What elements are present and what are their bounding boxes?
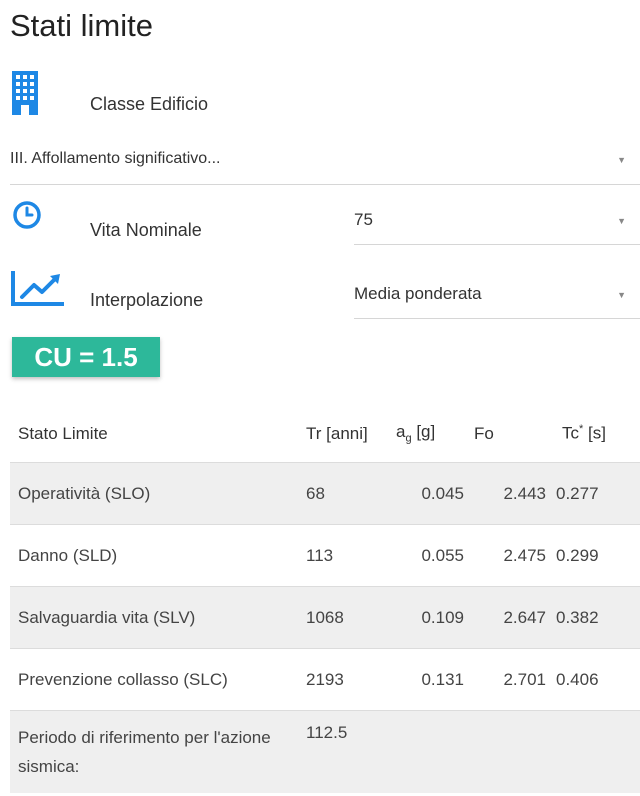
table-row: Salvaguardia vita (SLV) 1068 0.109 2.647… bbox=[10, 586, 640, 649]
fo-cell: 2.475 bbox=[470, 524, 552, 587]
state-cell: Operatività (SLO) bbox=[10, 462, 298, 525]
chevron-down-icon: ▼ bbox=[617, 155, 626, 165]
reference-period-value: 112.5 bbox=[298, 710, 392, 793]
building-icon bbox=[12, 71, 38, 120]
interpolation-value: Media ponderata bbox=[354, 284, 482, 303]
nominal-life-value: 75 bbox=[354, 210, 373, 229]
interpolation-select[interactable]: Media ponderata ▼ bbox=[354, 272, 640, 319]
ag-cell: 0.109 bbox=[392, 586, 470, 649]
fo-cell: 2.443 bbox=[470, 462, 552, 525]
clock-icon bbox=[12, 200, 42, 235]
chevron-down-icon: ▼ bbox=[617, 290, 626, 300]
reference-period-label: Periodo di riferimento per l'azione sism… bbox=[10, 710, 298, 793]
tc-cell: 0.382 bbox=[552, 586, 640, 649]
state-cell: Salvaguardia vita (SLV) bbox=[10, 586, 298, 649]
column-header-tc: Tc* [s] bbox=[552, 405, 640, 463]
column-header-ag: ag [g] bbox=[392, 405, 470, 463]
state-cell: Danno (SLD) bbox=[10, 524, 298, 587]
nominal-life-select[interactable]: 75 ▼ bbox=[354, 200, 640, 245]
column-header-state: Stato Limite bbox=[10, 405, 298, 463]
table-row: Operatività (SLO) 68 0.045 2.443 0.277 bbox=[10, 462, 640, 525]
limit-states-table: Stato Limite Tr [anni] ag [g] Fo Tc* [s]… bbox=[10, 405, 640, 793]
building-class-value: III. Affollamento significativo... bbox=[10, 150, 221, 167]
page-title: Stati limite bbox=[10, 8, 153, 43]
ag-cell: 0.131 bbox=[392, 648, 470, 711]
ag-cell: 0.055 bbox=[392, 524, 470, 587]
cu-badge: CU = 1.5 bbox=[12, 337, 160, 377]
tc-cell: 0.277 bbox=[552, 462, 640, 525]
table-header-row: Stato Limite Tr [anni] ag [g] Fo Tc* [s] bbox=[10, 405, 640, 463]
column-header-tr: Tr [anni] bbox=[298, 405, 392, 463]
column-header-fo: Fo bbox=[470, 405, 552, 463]
table-row: Danno (SLD) 113 0.055 2.475 0.299 bbox=[10, 524, 640, 587]
state-cell: Prevenzione collasso (SLC) bbox=[10, 648, 298, 711]
tr-cell: 68 bbox=[298, 462, 392, 525]
building-class-label: Classe Edificio bbox=[90, 94, 209, 114]
tr-cell: 113 bbox=[298, 524, 392, 587]
tc-cell: 0.299 bbox=[552, 524, 640, 587]
tc-cell: 0.406 bbox=[552, 648, 640, 711]
nominal-life-label: Vita Nominale bbox=[90, 220, 202, 240]
table-row: Prevenzione collasso (SLC) 2193 0.131 2.… bbox=[10, 648, 640, 711]
tr-cell: 1068 bbox=[298, 586, 392, 649]
reference-period-row: Periodo di riferimento per l'azione sism… bbox=[10, 710, 640, 793]
interpolation-label: Interpolazione bbox=[90, 290, 204, 310]
ag-cell: 0.045 bbox=[392, 462, 470, 525]
tr-cell: 2193 bbox=[298, 648, 392, 711]
building-class-select[interactable]: III. Affollamento significativo... ▼ bbox=[10, 140, 640, 185]
trending-up-icon bbox=[10, 268, 66, 313]
fo-cell: 2.701 bbox=[470, 648, 552, 711]
chevron-down-icon: ▼ bbox=[617, 216, 626, 226]
fo-cell: 2.647 bbox=[470, 586, 552, 649]
